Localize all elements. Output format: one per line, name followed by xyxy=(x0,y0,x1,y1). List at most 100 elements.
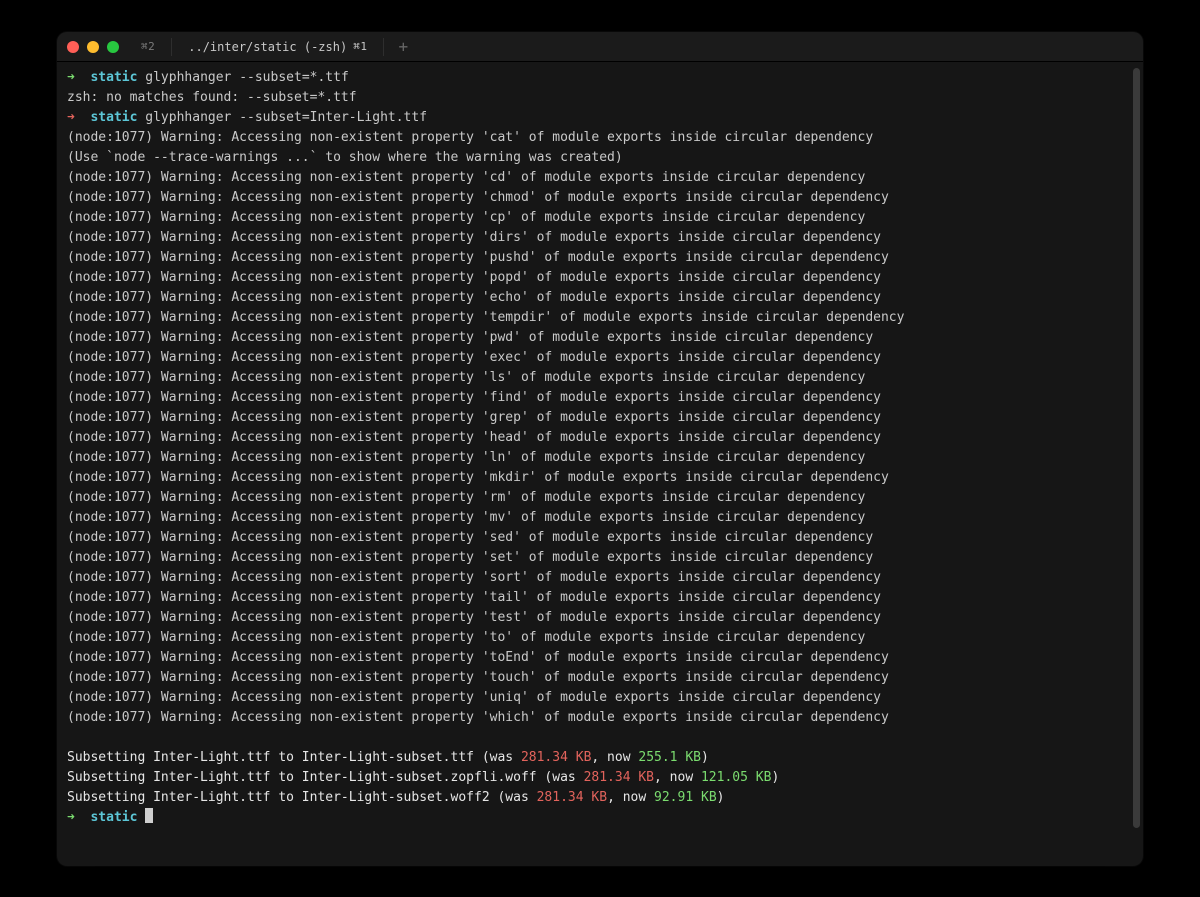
output-line: (node:1077) Warning: Accessing non-exist… xyxy=(67,328,1133,348)
warning-text: (node:1077) Warning: Accessing non-exist… xyxy=(67,630,865,645)
output-line: ➜ static glyphhanger --subset=Inter-Ligh… xyxy=(67,108,1133,128)
titlebar[interactable]: ⌘2 ../inter/static (-zsh) ⌘1 + xyxy=(57,32,1143,62)
warning-text: (node:1077) Warning: Accessing non-exist… xyxy=(67,350,881,365)
warning-text: (node:1077) Warning: Accessing non-exist… xyxy=(67,650,889,665)
output-line: (node:1077) Warning: Accessing non-exist… xyxy=(67,488,1133,508)
error-text: zsh: no matches found: --subset=*.ttf xyxy=(67,90,357,105)
output-line: (node:1077) Warning: Accessing non-exist… xyxy=(67,388,1133,408)
warning-text: (node:1077) Warning: Accessing non-exist… xyxy=(67,250,889,265)
prompt-arrow-icon: ➜ xyxy=(67,110,90,125)
subset-text: , now xyxy=(607,790,654,805)
tab-hint-inactive[interactable]: ⌘2 xyxy=(133,36,163,58)
output-line: (node:1077) Warning: Accessing non-exist… xyxy=(67,128,1133,148)
warning-text: (node:1077) Warning: Accessing non-exist… xyxy=(67,210,865,225)
tab-kbd: ⌘1 xyxy=(353,40,367,53)
output-line: (node:1077) Warning: Accessing non-exist… xyxy=(67,248,1133,268)
size-now: 121.05 KB xyxy=(701,770,771,785)
warning-text: (node:1077) Warning: Accessing non-exist… xyxy=(67,690,881,705)
warning-text: (node:1077) Warning: Accessing non-exist… xyxy=(67,550,873,565)
size-was: 281.34 KB xyxy=(537,790,607,805)
size-now: 92.91 KB xyxy=(654,790,717,805)
output-line: (node:1077) Warning: Accessing non-exist… xyxy=(67,268,1133,288)
warning-text: (node:1077) Warning: Accessing non-exist… xyxy=(67,490,865,505)
output-line: (node:1077) Warning: Accessing non-exist… xyxy=(67,708,1133,728)
subset-text: ) xyxy=(701,750,709,765)
warning-text: (node:1077) Warning: Accessing non-exist… xyxy=(67,170,865,185)
prompt-cwd: static xyxy=(90,70,137,85)
output-line: (node:1077) Warning: Accessing non-exist… xyxy=(67,188,1133,208)
tab-active[interactable]: ../inter/static (-zsh) ⌘1 xyxy=(180,36,375,58)
output-line: (node:1077) Warning: Accessing non-exist… xyxy=(67,408,1133,428)
output-line: (Use `node --trace-warnings ...` to show… xyxy=(67,148,1133,168)
output-line: (node:1077) Warning: Accessing non-exist… xyxy=(67,668,1133,688)
warning-text: (node:1077) Warning: Accessing non-exist… xyxy=(67,510,865,525)
warning-text: (node:1077) Warning: Accessing non-exist… xyxy=(67,330,873,345)
output-line: (node:1077) Warning: Accessing non-exist… xyxy=(67,548,1133,568)
warning-text: (node:1077) Warning: Accessing non-exist… xyxy=(67,290,881,305)
warning-text: (node:1077) Warning: Accessing non-exist… xyxy=(67,190,889,205)
warning-text: (node:1077) Warning: Accessing non-exist… xyxy=(67,590,881,605)
warning-text: (node:1077) Warning: Accessing non-exist… xyxy=(67,130,873,145)
size-was: 281.34 KB xyxy=(584,770,654,785)
terminal-output[interactable]: ➜ static glyphhanger --subset=*.ttf zsh: … xyxy=(57,62,1143,866)
command-text: glyphhanger --subset=Inter-Light.ttf xyxy=(137,110,427,125)
close-icon[interactable] xyxy=(67,41,79,53)
output-line: Subsetting Inter-Light.ttf to Inter-Ligh… xyxy=(67,788,1133,808)
terminal-window: ⌘2 ../inter/static (-zsh) ⌘1 + ➜ static … xyxy=(57,32,1143,866)
subset-text: , now xyxy=(591,750,638,765)
warning-text: (node:1077) Warning: Accessing non-exist… xyxy=(67,710,889,725)
prompt-cwd: static xyxy=(90,810,145,825)
output-line: Subsetting Inter-Light.ttf to Inter-Ligh… xyxy=(67,768,1133,788)
subset-text: Subsetting Inter-Light.ttf to Inter-Ligh… xyxy=(67,790,537,805)
subset-text: Subsetting Inter-Light.ttf to Inter-Ligh… xyxy=(67,770,584,785)
minimize-icon[interactable] xyxy=(87,41,99,53)
subset-text: ) xyxy=(771,770,779,785)
output-line: (node:1077) Warning: Accessing non-exist… xyxy=(67,368,1133,388)
tab-divider xyxy=(171,38,172,56)
warning-text: (node:1077) Warning: Accessing non-exist… xyxy=(67,530,873,545)
warning-text: (node:1077) Warning: Accessing non-exist… xyxy=(67,270,881,285)
zoom-icon[interactable] xyxy=(107,41,119,53)
output-line: (node:1077) Warning: Accessing non-exist… xyxy=(67,648,1133,668)
prompt-line[interactable]: ➜ static xyxy=(67,808,1133,828)
output-line: (node:1077) Warning: Accessing non-exist… xyxy=(67,568,1133,588)
output-line: Subsetting Inter-Light.ttf to Inter-Ligh… xyxy=(67,748,1133,768)
output-line: (node:1077) Warning: Accessing non-exist… xyxy=(67,588,1133,608)
output-line: (node:1077) Warning: Accessing non-exist… xyxy=(67,528,1133,548)
output-line: zsh: no matches found: --subset=*.ttf xyxy=(67,88,1133,108)
output-line: (node:1077) Warning: Accessing non-exist… xyxy=(67,508,1133,528)
subset-text: , now xyxy=(654,770,701,785)
scrollbar-thumb[interactable] xyxy=(1133,68,1140,828)
warning-text: (node:1077) Warning: Accessing non-exist… xyxy=(67,450,865,465)
blank-line xyxy=(67,728,1133,748)
warning-text: (node:1077) Warning: Accessing non-exist… xyxy=(67,470,889,485)
warning-text: (node:1077) Warning: Accessing non-exist… xyxy=(67,390,881,405)
scrollbar[interactable] xyxy=(1133,68,1140,860)
output-line: ➜ static glyphhanger --subset=*.ttf xyxy=(67,68,1133,88)
output-line: (node:1077) Warning: Accessing non-exist… xyxy=(67,608,1133,628)
new-tab-button[interactable]: + xyxy=(392,39,414,55)
prompt-arrow-icon: ➜ xyxy=(67,810,90,825)
size-now: 255.1 KB xyxy=(638,750,701,765)
prompt-cwd: static xyxy=(90,110,137,125)
warning-text: (node:1077) Warning: Accessing non-exist… xyxy=(67,430,881,445)
warning-text: (node:1077) Warning: Accessing non-exist… xyxy=(67,570,881,585)
trace-hint: (Use `node --trace-warnings ...` to show… xyxy=(67,150,623,165)
warning-text: (node:1077) Warning: Accessing non-exist… xyxy=(67,410,881,425)
output-line: (node:1077) Warning: Accessing non-exist… xyxy=(67,688,1133,708)
output-line: (node:1077) Warning: Accessing non-exist… xyxy=(67,288,1133,308)
output-line: (node:1077) Warning: Accessing non-exist… xyxy=(67,168,1133,188)
output-line: (node:1077) Warning: Accessing non-exist… xyxy=(67,208,1133,228)
warning-text: (node:1077) Warning: Accessing non-exist… xyxy=(67,310,904,325)
output-line: (node:1077) Warning: Accessing non-exist… xyxy=(67,428,1133,448)
size-was: 281.34 KB xyxy=(521,750,591,765)
output-line: (node:1077) Warning: Accessing non-exist… xyxy=(67,228,1133,248)
warning-text: (node:1077) Warning: Accessing non-exist… xyxy=(67,670,889,685)
output-line: (node:1077) Warning: Accessing non-exist… xyxy=(67,308,1133,328)
cursor-icon xyxy=(145,808,153,823)
output-line: (node:1077) Warning: Accessing non-exist… xyxy=(67,348,1133,368)
tab-title: ../inter/static (-zsh) xyxy=(188,40,347,54)
warning-text: (node:1077) Warning: Accessing non-exist… xyxy=(67,230,881,245)
output-line: (node:1077) Warning: Accessing non-exist… xyxy=(67,468,1133,488)
subset-text: ) xyxy=(717,790,725,805)
